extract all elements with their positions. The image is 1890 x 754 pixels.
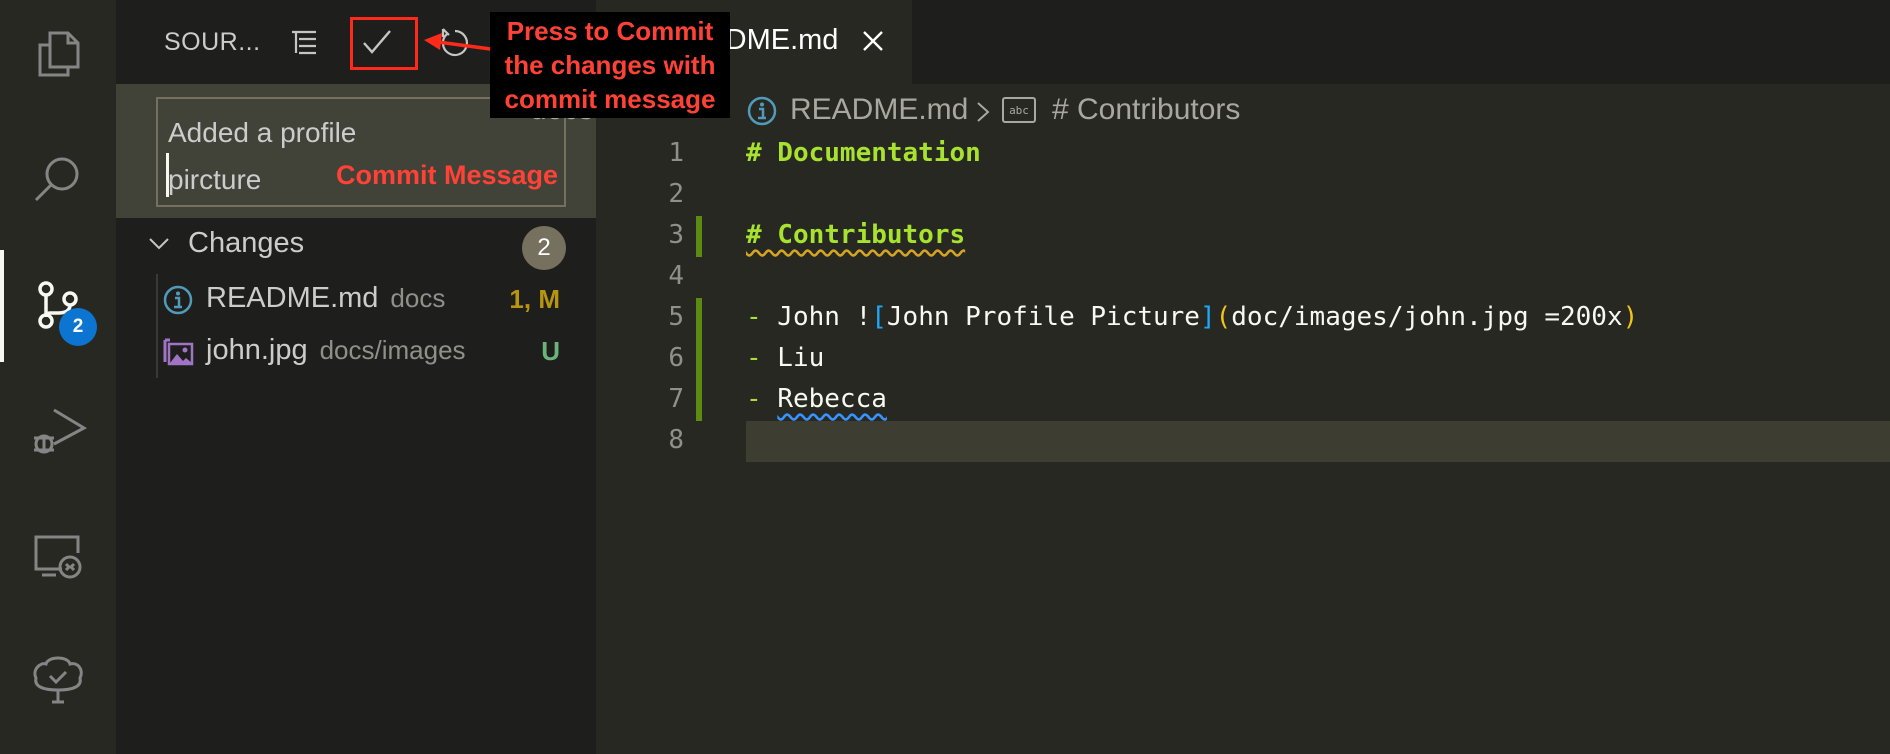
image-icon <box>163 338 194 366</box>
editor-area: README.md docs > README.md abc # Contrib… <box>530 0 1890 754</box>
file-directory: docs <box>390 283 446 313</box>
file-name: README.md <box>206 282 379 314</box>
line-number: 3 <box>668 220 684 250</box>
string-symbol-icon: abc <box>1002 97 1036 123</box>
close-icon[interactable] <box>858 26 888 56</box>
gutter-modified-indicator <box>696 216 702 257</box>
code-line: 5 - John ![John Profile Picture](doc/ima… <box>596 298 1890 339</box>
list-tree-icon <box>292 30 316 55</box>
code-line-current: 8 <box>596 421 1890 462</box>
changed-file-john-jpg[interactable]: john.jpg docs/images U <box>116 326 596 378</box>
remote-icon <box>34 535 82 579</box>
activity-tree[interactable] <box>0 625 116 735</box>
annotation-callout: Press to Commit the changes with commit … <box>490 12 730 118</box>
text-caret <box>166 153 169 197</box>
line-number: 1 <box>668 138 684 168</box>
line-text: - Liu <box>746 343 825 373</box>
file-directory: docs/images <box>319 335 466 365</box>
search-icon <box>34 157 79 202</box>
line-text: # Contributors <box>746 220 966 250</box>
activity-remote-explorer[interactable] <box>0 500 116 610</box>
changes-label: Changes <box>188 227 305 259</box>
code-line: 6 - Liu <box>596 339 1890 380</box>
tree-icon <box>33 656 83 704</box>
chevron-down-icon <box>149 238 169 250</box>
gutter-modified-indicator <box>696 339 702 380</box>
view-as-tree-button[interactable] <box>282 20 326 64</box>
annotation-highlight-commit-button <box>350 17 418 70</box>
gutter-modified-indicator <box>696 298 702 339</box>
line-number: 6 <box>668 343 684 373</box>
annotation-arrow-icon <box>424 33 499 52</box>
line-text: # Documentation <box>746 138 981 168</box>
file-status-modified: 1, M <box>509 284 560 314</box>
line-number: 4 <box>668 261 684 291</box>
breadcrumb: docs > README.md abc # Contributors <box>530 88 1890 134</box>
info-icon <box>163 285 193 315</box>
gutter-modified-indicator <box>696 380 702 421</box>
changed-file-readme[interactable]: README.md docs 1, M <box>116 274 596 326</box>
current-line-highlight <box>746 421 1890 462</box>
line-text: - Rebecca <box>746 384 887 414</box>
activity-run-debug[interactable] <box>0 375 116 485</box>
breadcrumb-symbol[interactable]: # Contributors <box>1052 93 1240 127</box>
files-icon <box>38 31 80 77</box>
line-number: 5 <box>668 302 684 332</box>
breadcrumb-file[interactable]: README.md <box>790 93 968 127</box>
code-line: 2 <box>596 175 1890 216</box>
chevron-right-icon <box>977 102 990 122</box>
code-line: 3 # Contributors <box>596 216 1890 257</box>
code-line: 1 # Documentation <box>596 134 1890 175</box>
activity-bar: 2 <box>0 0 116 754</box>
file-status-untracked: U <box>541 336 560 366</box>
line-text: - John ![John Profile Picture](doc/image… <box>746 302 1639 332</box>
tab-bar: README.md <box>596 0 1890 84</box>
line-number: 7 <box>668 384 684 414</box>
source-control-badge: 2 <box>59 308 97 346</box>
line-number: 8 <box>668 425 684 455</box>
activity-source-control[interactable] <box>0 250 116 360</box>
changes-group-header[interactable]: Changes 2 <box>116 222 596 270</box>
file-name: john.jpg <box>206 334 308 366</box>
annotation-commit-message-label: Commit Message <box>336 160 559 190</box>
activity-search[interactable] <box>0 125 116 235</box>
debug-icon <box>34 408 88 454</box>
activity-explorer[interactable] <box>0 0 116 110</box>
code-line: 4 <box>596 257 1890 298</box>
sidebar-title: SOUR... <box>164 28 261 56</box>
changes-count-badge: 2 <box>522 226 566 270</box>
line-number: 2 <box>668 179 684 209</box>
code-line: 7 - Rebecca <box>596 380 1890 421</box>
info-icon <box>747 96 777 126</box>
